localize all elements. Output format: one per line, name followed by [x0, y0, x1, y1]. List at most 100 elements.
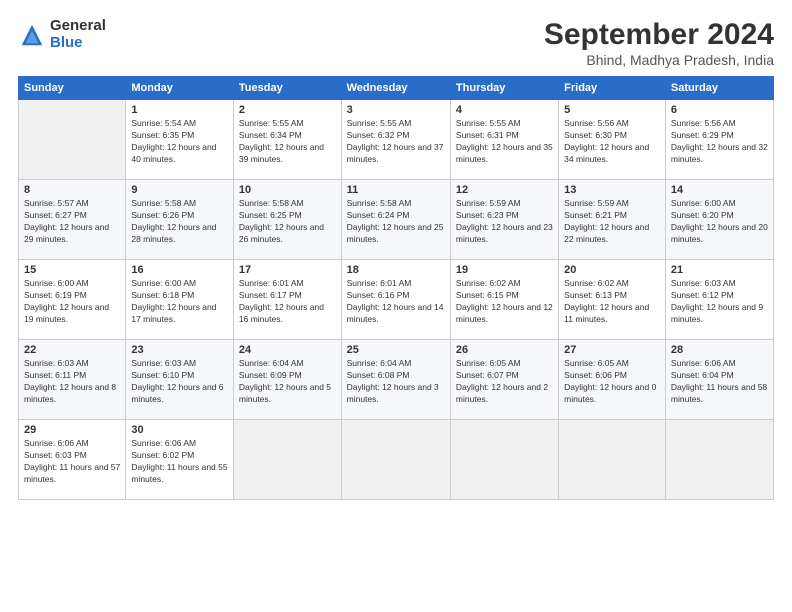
week-row-1: 1 Sunrise: 5:54 AM Sunset: 6:35 PM Dayli… — [19, 100, 774, 180]
col-saturday: Saturday — [665, 77, 773, 100]
day-info: Sunrise: 5:55 AM Sunset: 6:32 PM Dayligh… — [347, 118, 445, 166]
day-info: Sunrise: 5:55 AM Sunset: 6:31 PM Dayligh… — [456, 118, 553, 166]
day-number: 2 — [239, 104, 336, 116]
day-number: 19 — [456, 264, 553, 276]
day-info: Sunrise: 6:02 AM Sunset: 6:15 PM Dayligh… — [456, 278, 553, 326]
day-number: 25 — [347, 344, 445, 356]
day-info: Sunrise: 5:59 AM Sunset: 6:21 PM Dayligh… — [564, 198, 660, 246]
table-row: 13 Sunrise: 5:59 AM Sunset: 6:21 PM Dayl… — [559, 180, 666, 260]
day-info: Sunrise: 5:56 AM Sunset: 6:29 PM Dayligh… — [671, 118, 768, 166]
header-row: Sunday Monday Tuesday Wednesday Thursday… — [19, 77, 774, 100]
location-subtitle: Bhind, Madhya Pradesh, India — [544, 52, 774, 68]
day-info: Sunrise: 6:04 AM Sunset: 6:08 PM Dayligh… — [347, 358, 445, 406]
day-info: Sunrise: 5:54 AM Sunset: 6:35 PM Dayligh… — [131, 118, 228, 166]
table-row — [19, 100, 126, 180]
day-info: Sunrise: 6:01 AM Sunset: 6:17 PM Dayligh… — [239, 278, 336, 326]
table-row: 6 Sunrise: 5:56 AM Sunset: 6:29 PM Dayli… — [665, 100, 773, 180]
day-number: 5 — [564, 104, 660, 116]
day-number: 14 — [671, 184, 768, 196]
day-info: Sunrise: 6:06 AM Sunset: 6:04 PM Dayligh… — [671, 358, 768, 406]
logo: General Blue — [18, 18, 106, 51]
col-sunday: Sunday — [19, 77, 126, 100]
day-number: 30 — [131, 424, 228, 436]
day-number: 16 — [131, 264, 228, 276]
day-info: Sunrise: 5:58 AM Sunset: 6:26 PM Dayligh… — [131, 198, 228, 246]
table-row: 21 Sunrise: 6:03 AM Sunset: 6:12 PM Dayl… — [665, 260, 773, 340]
day-number: 17 — [239, 264, 336, 276]
day-info: Sunrise: 5:58 AM Sunset: 6:25 PM Dayligh… — [239, 198, 336, 246]
week-row-4: 22 Sunrise: 6:03 AM Sunset: 6:11 PM Dayl… — [19, 340, 774, 420]
day-number: 23 — [131, 344, 228, 356]
day-info: Sunrise: 6:03 AM Sunset: 6:12 PM Dayligh… — [671, 278, 768, 326]
day-number: 6 — [671, 104, 768, 116]
week-row-2: 8 Sunrise: 5:57 AM Sunset: 6:27 PM Dayli… — [19, 180, 774, 260]
day-info: Sunrise: 6:01 AM Sunset: 6:16 PM Dayligh… — [347, 278, 445, 326]
month-title: September 2024 — [544, 18, 774, 52]
table-row: 1 Sunrise: 5:54 AM Sunset: 6:35 PM Dayli… — [126, 100, 234, 180]
day-number: 21 — [671, 264, 768, 276]
col-friday: Friday — [559, 77, 666, 100]
day-number: 29 — [24, 424, 120, 436]
day-number: 11 — [347, 184, 445, 196]
day-info: Sunrise: 6:00 AM Sunset: 6:20 PM Dayligh… — [671, 198, 768, 246]
calendar-body: 1 Sunrise: 5:54 AM Sunset: 6:35 PM Dayli… — [19, 100, 774, 500]
table-row: 23 Sunrise: 6:03 AM Sunset: 6:10 PM Dayl… — [126, 340, 234, 420]
day-number: 1 — [131, 104, 228, 116]
col-tuesday: Tuesday — [233, 77, 341, 100]
day-number: 20 — [564, 264, 660, 276]
table-row: 20 Sunrise: 6:02 AM Sunset: 6:13 PM Dayl… — [559, 260, 666, 340]
table-row: 17 Sunrise: 6:01 AM Sunset: 6:17 PM Dayl… — [233, 260, 341, 340]
table-row: 18 Sunrise: 6:01 AM Sunset: 6:16 PM Dayl… — [341, 260, 450, 340]
table-row: 16 Sunrise: 6:00 AM Sunset: 6:18 PM Dayl… — [126, 260, 234, 340]
day-info: Sunrise: 6:03 AM Sunset: 6:11 PM Dayligh… — [24, 358, 120, 406]
day-number: 15 — [24, 264, 120, 276]
table-row: 30 Sunrise: 6:06 AM Sunset: 6:02 PM Dayl… — [126, 420, 234, 500]
table-row: 27 Sunrise: 6:05 AM Sunset: 6:06 PM Dayl… — [559, 340, 666, 420]
table-row: 14 Sunrise: 6:00 AM Sunset: 6:20 PM Dayl… — [665, 180, 773, 260]
table-row: 24 Sunrise: 6:04 AM Sunset: 6:09 PM Dayl… — [233, 340, 341, 420]
day-info: Sunrise: 5:56 AM Sunset: 6:30 PM Dayligh… — [564, 118, 660, 166]
title-block: September 2024 Bhind, Madhya Pradesh, In… — [544, 18, 774, 68]
table-row: 29 Sunrise: 6:06 AM Sunset: 6:03 PM Dayl… — [19, 420, 126, 500]
day-info: Sunrise: 6:05 AM Sunset: 6:07 PM Dayligh… — [456, 358, 553, 406]
day-info: Sunrise: 6:03 AM Sunset: 6:10 PM Dayligh… — [131, 358, 228, 406]
week-row-5: 29 Sunrise: 6:06 AM Sunset: 6:03 PM Dayl… — [19, 420, 774, 500]
table-row: 28 Sunrise: 6:06 AM Sunset: 6:04 PM Dayl… — [665, 340, 773, 420]
day-number: 8 — [24, 184, 120, 196]
day-number: 10 — [239, 184, 336, 196]
page: General Blue September 2024 Bhind, Madhy… — [0, 0, 792, 612]
table-row — [233, 420, 341, 500]
table-row: 5 Sunrise: 5:56 AM Sunset: 6:30 PM Dayli… — [559, 100, 666, 180]
table-row: 3 Sunrise: 5:55 AM Sunset: 6:32 PM Dayli… — [341, 100, 450, 180]
day-number: 18 — [347, 264, 445, 276]
table-row: 25 Sunrise: 6:04 AM Sunset: 6:08 PM Dayl… — [341, 340, 450, 420]
col-wednesday: Wednesday — [341, 77, 450, 100]
day-info: Sunrise: 6:06 AM Sunset: 6:02 PM Dayligh… — [131, 438, 228, 486]
day-number: 4 — [456, 104, 553, 116]
day-info: Sunrise: 5:58 AM Sunset: 6:24 PM Dayligh… — [347, 198, 445, 246]
table-row: 22 Sunrise: 6:03 AM Sunset: 6:11 PM Dayl… — [19, 340, 126, 420]
day-info: Sunrise: 6:00 AM Sunset: 6:19 PM Dayligh… — [24, 278, 120, 326]
day-info: Sunrise: 6:05 AM Sunset: 6:06 PM Dayligh… — [564, 358, 660, 406]
day-info: Sunrise: 5:59 AM Sunset: 6:23 PM Dayligh… — [456, 198, 553, 246]
table-row: 12 Sunrise: 5:59 AM Sunset: 6:23 PM Dayl… — [450, 180, 558, 260]
header: General Blue September 2024 Bhind, Madhy… — [18, 18, 774, 68]
table-row: 26 Sunrise: 6:05 AM Sunset: 6:07 PM Dayl… — [450, 340, 558, 420]
logo-text: General Blue — [50, 18, 106, 51]
day-number: 27 — [564, 344, 660, 356]
day-info: Sunrise: 5:57 AM Sunset: 6:27 PM Dayligh… — [24, 198, 120, 246]
calendar-table: Sunday Monday Tuesday Wednesday Thursday… — [18, 76, 774, 500]
week-row-3: 15 Sunrise: 6:00 AM Sunset: 6:19 PM Dayl… — [19, 260, 774, 340]
logo-general-text: General — [50, 18, 106, 35]
table-row: 9 Sunrise: 5:58 AM Sunset: 6:26 PM Dayli… — [126, 180, 234, 260]
table-row: 8 Sunrise: 5:57 AM Sunset: 6:27 PM Dayli… — [19, 180, 126, 260]
col-monday: Monday — [126, 77, 234, 100]
table-row — [559, 420, 666, 500]
day-info: Sunrise: 6:00 AM Sunset: 6:18 PM Dayligh… — [131, 278, 228, 326]
table-row — [341, 420, 450, 500]
col-thursday: Thursday — [450, 77, 558, 100]
day-info: Sunrise: 6:04 AM Sunset: 6:09 PM Dayligh… — [239, 358, 336, 406]
day-number: 12 — [456, 184, 553, 196]
day-number: 28 — [671, 344, 768, 356]
day-number: 3 — [347, 104, 445, 116]
